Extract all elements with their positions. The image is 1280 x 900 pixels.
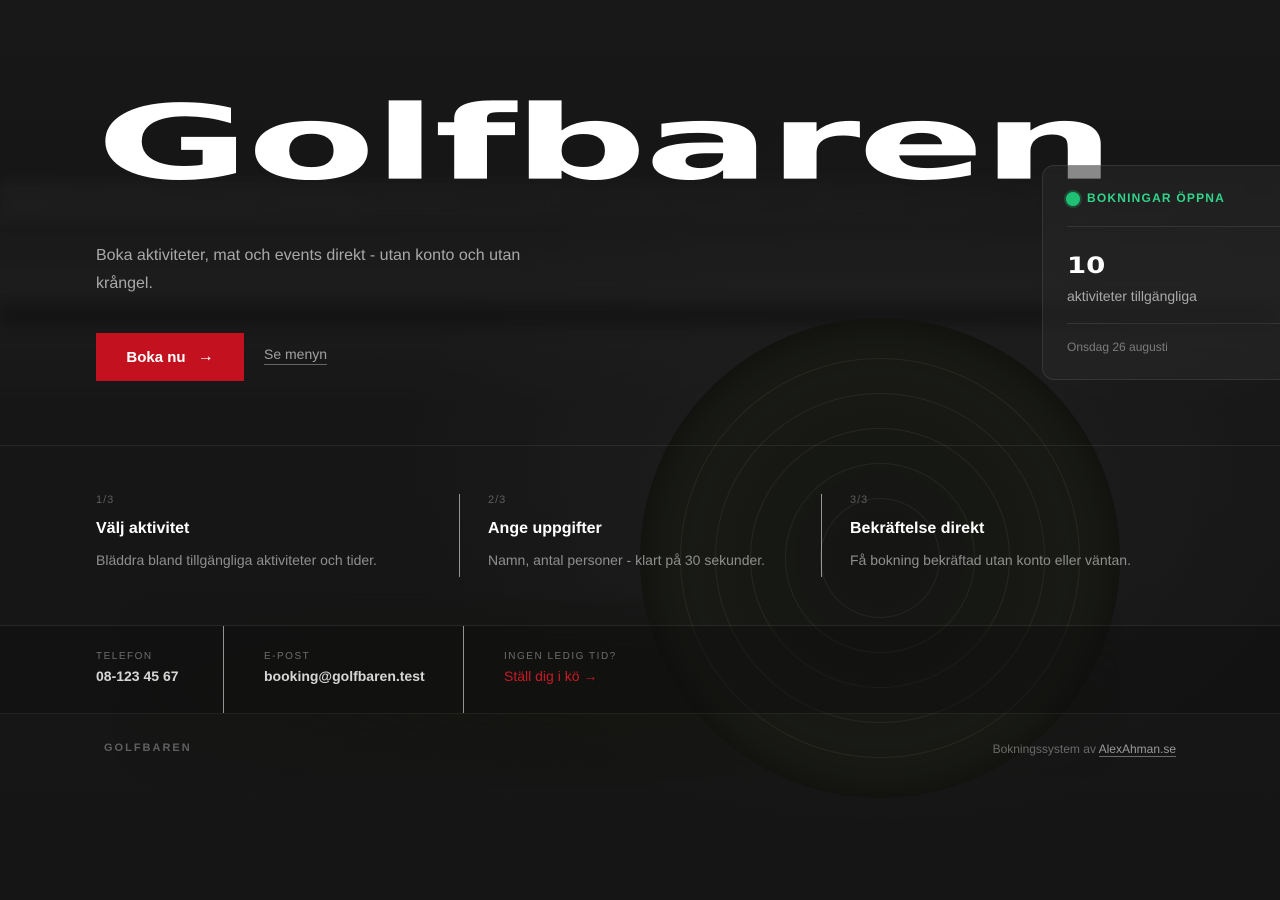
- phone-value[interactable]: 08-123 45 67: [96, 668, 179, 684]
- step-number: 3/3: [850, 494, 869, 506]
- phone-label: TELEFON: [96, 651, 153, 662]
- booking-status-card: BOKNINGAR ÖPPNA 10 aktiviteter tillgängl…: [1042, 165, 1280, 380]
- step-description: Få bokning bekräftad utan konto eller vä…: [850, 552, 1131, 568]
- contact-separator: [223, 626, 224, 713]
- step-description: Namn, antal personer - klart på 30 sekun…: [488, 552, 766, 568]
- step-separator: [821, 494, 822, 577]
- book-now-label: Boka nu: [126, 348, 186, 366]
- queue-label: INGEN LEDIG TID?: [504, 651, 617, 662]
- credit-link[interactable]: AlexAhman.se: [1098, 742, 1176, 757]
- section-divider: [0, 445, 1280, 446]
- step-separator: [459, 494, 460, 577]
- contact-separator: [463, 626, 464, 713]
- contact-bar: [0, 626, 1280, 714]
- step-title: Ange uppgifter: [488, 520, 602, 537]
- section-divider: [0, 625, 1280, 626]
- email-label: E-POST: [264, 651, 311, 662]
- arrow-right-icon: →: [197, 348, 214, 365]
- status-badge: BOKNINGAR ÖPPNA: [1087, 191, 1226, 205]
- step-number: 2/3: [488, 494, 507, 506]
- activity-count: 10: [1067, 254, 1106, 279]
- contact-queue: INGEN LEDIG TID? Ställ dig i kö →: [504, 651, 617, 684]
- activity-count-label: aktiviteter tillgängliga: [1067, 288, 1197, 304]
- current-date: Onsdag 26 augusti: [1067, 340, 1168, 354]
- step-2: 2/3 Ange uppgifter Namn, antal personer …: [488, 494, 765, 568]
- see-menu-link[interactable]: Se menyn: [264, 346, 328, 365]
- step-1: 1/3 Välj aktivitet Bläddra bland tillgän…: [96, 494, 377, 568]
- contact-phone: TELEFON 08-123 45 67: [96, 651, 179, 684]
- card-divider: [1067, 323, 1280, 324]
- page: Golfbaren Boka aktiviteter, mat och even…: [0, 0, 1280, 900]
- step-title: Välj aktivitet: [96, 520, 190, 537]
- footer-credit: Bokningssystem av AlexAhman.se: [992, 742, 1176, 757]
- hero-subtitle: Boka aktiviteter, mat och events direkt …: [96, 247, 521, 292]
- join-queue-link[interactable]: Ställ dig i kö →: [504, 668, 617, 684]
- step-description: Bläddra bland tillgängliga aktiviteter o…: [96, 552, 377, 568]
- credit-prefix: Bokningssystem av: [992, 742, 1096, 756]
- footer-brand: GOLFBAREN: [104, 742, 192, 754]
- book-now-button[interactable]: Boka nu →: [96, 333, 244, 381]
- card-divider: [1067, 226, 1280, 227]
- section-divider: [0, 713, 1280, 714]
- step-number: 1/3: [96, 494, 115, 506]
- step-3: 3/3 Bekräftelse direkt Få bokning bekräf…: [850, 494, 1131, 568]
- hero-title: Golfbaren: [96, 83, 1115, 204]
- email-value[interactable]: booking@golfbaren.test: [264, 668, 425, 684]
- status-dot-icon: [1066, 192, 1080, 206]
- contact-email: E-POST booking@golfbaren.test: [264, 651, 425, 684]
- step-title: Bekräftelse direkt: [850, 520, 985, 537]
